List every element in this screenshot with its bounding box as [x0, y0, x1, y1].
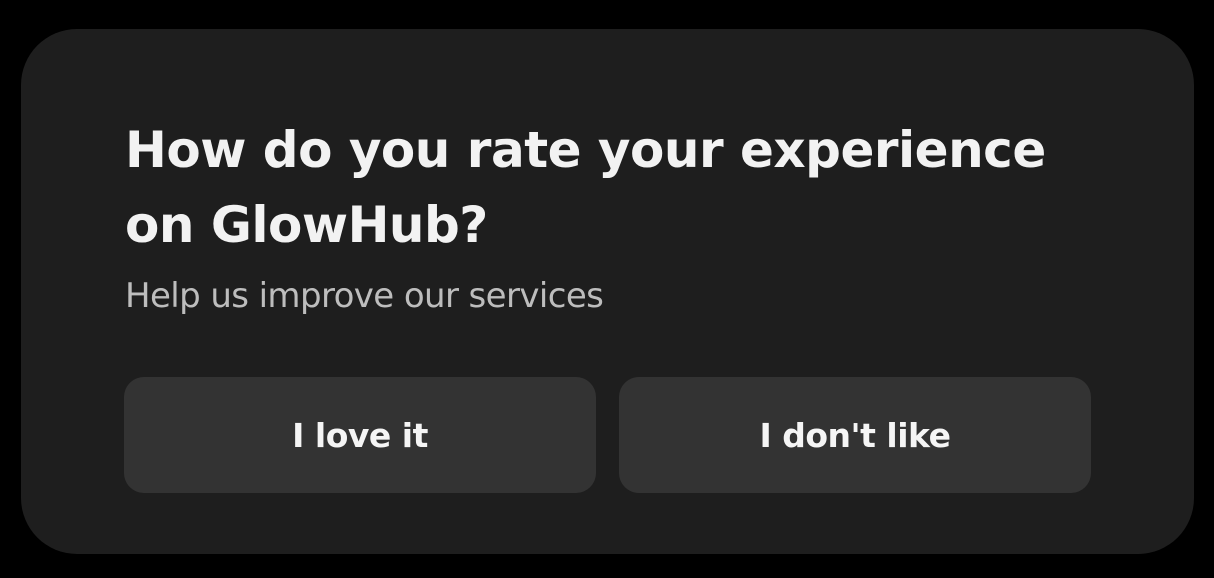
dialog-subtitle: Help us improve our services — [125, 276, 604, 316]
dont-like-button[interactable]: I don't like — [619, 377, 1091, 493]
love-it-button[interactable]: I love it — [124, 377, 596, 493]
rating-dialog: How do you rate your experience on GlowH… — [21, 29, 1194, 554]
dialog-title: How do you rate your experience on GlowH… — [125, 121, 1046, 254]
